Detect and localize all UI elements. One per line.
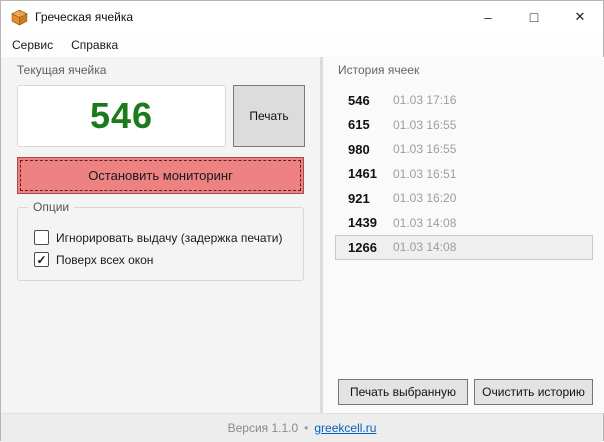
history-cell-number: 1461 xyxy=(348,166,377,182)
history-item[interactable]: 615 01.03 16:55 xyxy=(335,113,593,138)
always-on-top-label: Поверх всех окон xyxy=(56,252,154,267)
window-title: Греческая ячейка xyxy=(35,10,134,24)
history-item[interactable]: 1266 01.03 14:08 xyxy=(335,235,593,260)
ignore-output-checkbox[interactable] xyxy=(34,230,49,245)
current-cell-label: Текущая ячейка xyxy=(17,63,107,77)
history-timestamp: 01.03 14:08 xyxy=(393,215,457,230)
history-timestamp: 01.03 16:51 xyxy=(393,166,457,181)
menu-service[interactable]: Сервис xyxy=(3,34,62,56)
history-title: История ячеек xyxy=(338,63,420,77)
history-cell-number: 546 xyxy=(348,92,370,108)
history-timestamp: 01.03 17:16 xyxy=(393,93,457,108)
checkbox-row-ignore-output[interactable]: Игнорировать выдачу (задержка печати) xyxy=(34,230,282,245)
print-selected-button[interactable]: Печать выбранную xyxy=(338,379,468,405)
minimize-button[interactable]: – xyxy=(465,1,511,33)
history-item[interactable]: 921 01.03 16:20 xyxy=(335,186,593,211)
history-cell-number: 921 xyxy=(348,190,370,206)
clear-history-button[interactable]: Очистить историю xyxy=(474,379,593,405)
options-group: Опции Игнорировать выдачу (задержка печа… xyxy=(17,200,304,281)
close-button[interactable]: ✕ xyxy=(557,1,603,33)
history-list: 546 01.03 17:16 615 01.03 16:55 980 01.0… xyxy=(323,88,604,260)
menu-help[interactable]: Справка xyxy=(62,34,127,56)
app-window: Греческая ячейка – □ ✕ Сервис Справка Те… xyxy=(0,0,604,442)
print-button[interactable]: Печать xyxy=(233,85,305,147)
always-on-top-checkbox[interactable]: ✓ xyxy=(34,252,49,267)
history-item[interactable]: 1439 01.03 14:08 xyxy=(335,211,593,236)
window-controls: – □ ✕ xyxy=(465,1,603,33)
current-cell-display: 546 xyxy=(17,85,226,147)
history-cell-number: 1439 xyxy=(348,215,377,231)
ignore-output-label: Игнорировать выдачу (задержка печати) xyxy=(56,230,283,245)
separator-dot: • xyxy=(304,421,309,435)
history-item[interactable]: 980 01.03 16:55 xyxy=(335,137,593,162)
current-cell-panel: Текущая ячейка 546 Печать Остановить мон… xyxy=(1,57,320,413)
version-label: Версия 1.1.0 xyxy=(227,421,299,435)
history-panel: История ячеек 546 01.03 17:16 615 01.03 … xyxy=(323,57,604,413)
history-cell-number: 980 xyxy=(348,141,370,157)
maximize-button[interactable]: □ xyxy=(511,1,557,33)
history-timestamp: 01.03 16:55 xyxy=(393,142,457,157)
checkbox-row-always-on-top[interactable]: ✓ Поверх всех окон xyxy=(34,252,153,267)
stop-monitoring-button[interactable]: Остановить мониторинг xyxy=(17,157,304,194)
history-item[interactable]: 546 01.03 17:16 xyxy=(335,88,593,113)
history-timestamp: 01.03 16:55 xyxy=(393,117,457,132)
history-cell-number: 1266 xyxy=(348,239,377,255)
history-timestamp: 01.03 14:08 xyxy=(393,240,457,255)
history-item[interactable]: 1461 01.03 16:51 xyxy=(335,162,593,187)
current-cell-value: 546 xyxy=(89,95,154,136)
status-bar: Версия 1.1.0 • greekcell.ru xyxy=(1,413,603,442)
website-link[interactable]: greekcell.ru xyxy=(314,421,376,435)
menu-bar: Сервис Справка xyxy=(1,33,603,57)
history-cell-number: 615 xyxy=(348,117,370,133)
package-icon xyxy=(11,8,28,25)
history-timestamp: 01.03 16:20 xyxy=(393,191,457,206)
title-bar: Греческая ячейка – □ ✕ xyxy=(1,1,603,33)
options-group-label: Опции xyxy=(28,200,75,214)
